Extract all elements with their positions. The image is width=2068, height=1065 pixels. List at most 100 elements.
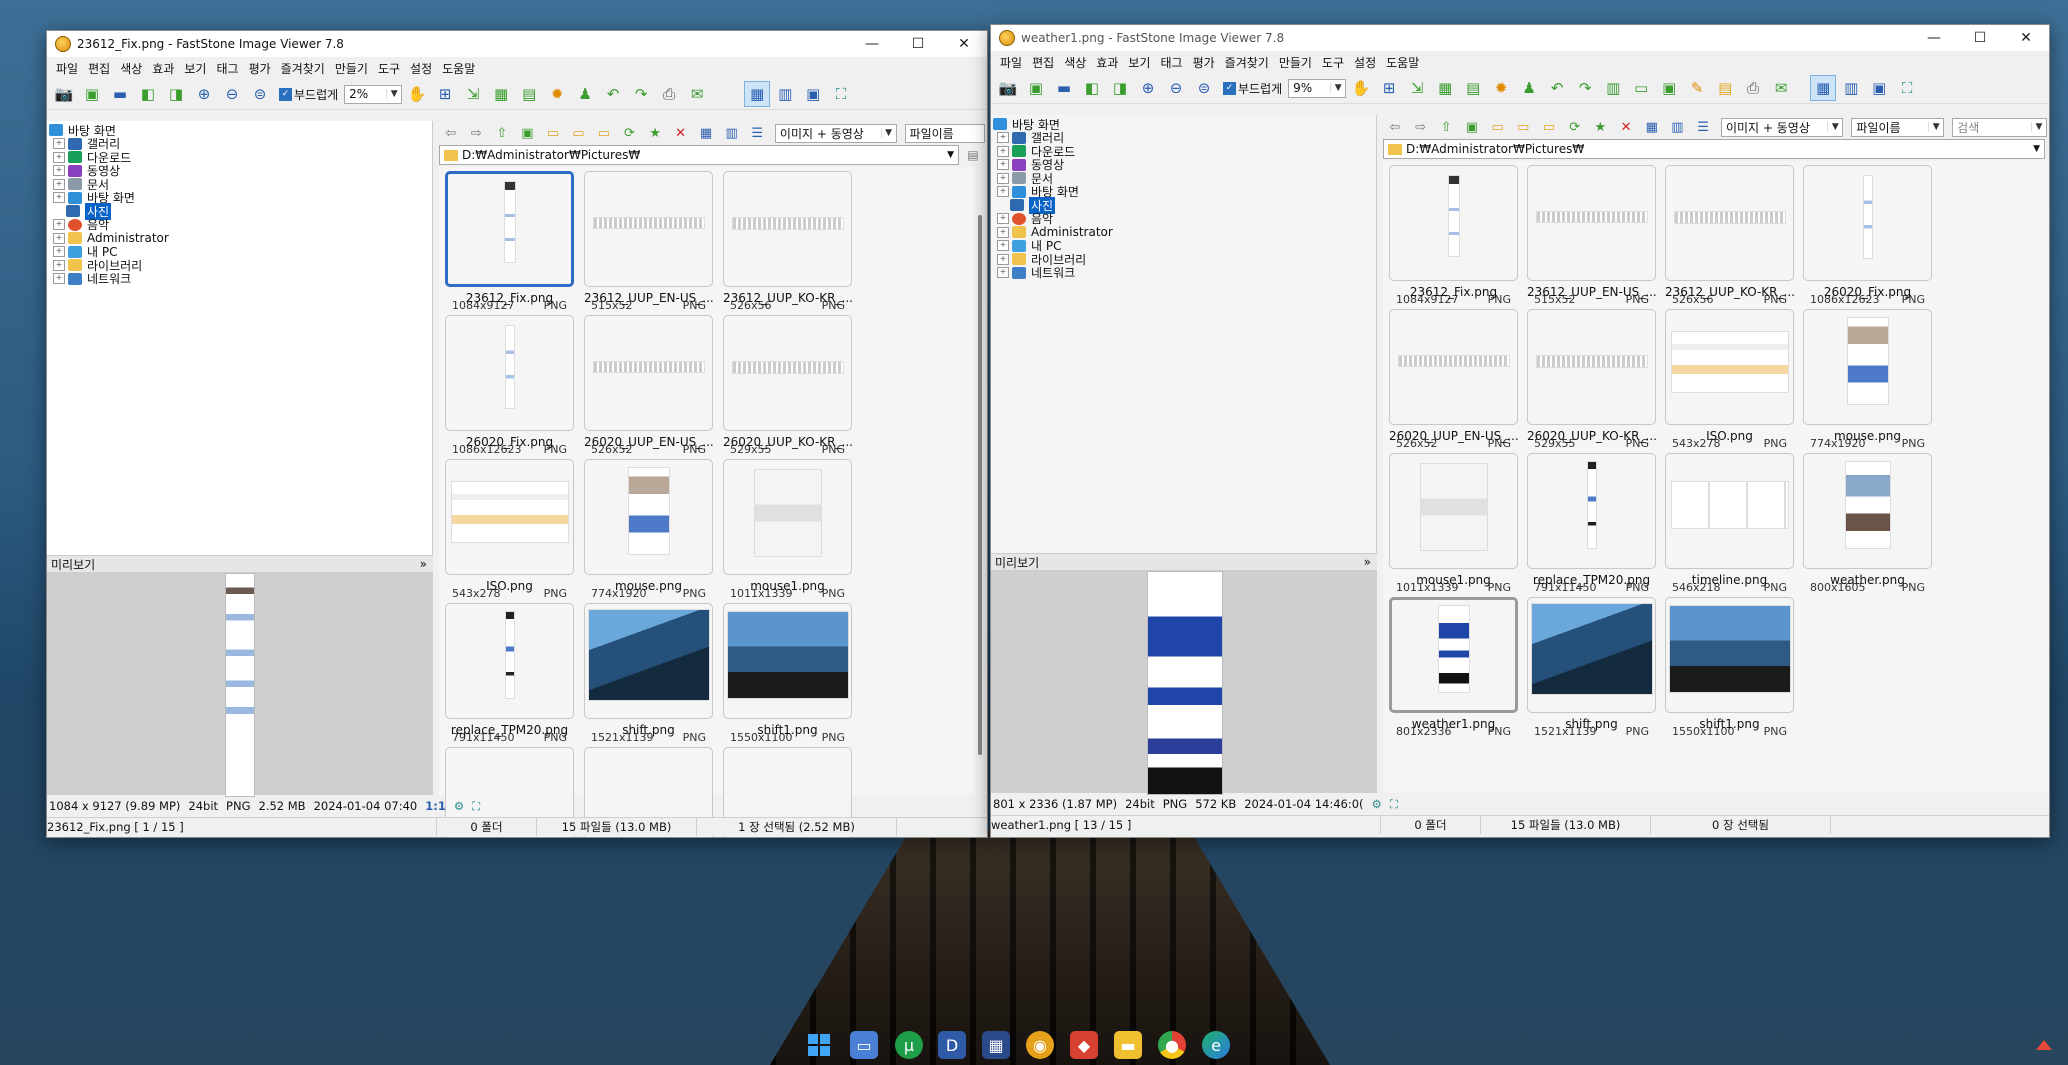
save-icon[interactable]: ▬ [107, 81, 133, 107]
fullscreen-icon[interactable]: ⛶ [1894, 75, 1920, 101]
folder-new-icon[interactable]: ▣ [1460, 116, 1484, 138]
collapse-icon[interactable]: » [420, 557, 433, 571]
menu-edit[interactable]: 편집 [83, 60, 115, 77]
expand-icon[interactable]: + [997, 240, 1009, 251]
delete-icon[interactable]: ✕ [1614, 116, 1638, 138]
path-bar[interactable]: D:₩Administrator₩Pictures₩ ▼ [1383, 139, 2045, 159]
open-folder-icon[interactable]: ▣ [79, 81, 105, 107]
hand-tool-icon[interactable]: ✋ [1348, 75, 1374, 101]
tree-item-pictures[interactable]: 사진 [66, 202, 432, 220]
histogram-icon[interactable]: ▥ [1600, 75, 1626, 101]
menu-effects[interactable]: 효과 [1091, 54, 1123, 71]
folder-up-icon[interactable]: ⇧ [1434, 116, 1458, 138]
grid-icon[interactable]: ▦ [694, 122, 718, 144]
favorite-icon[interactable]: ★ [1589, 116, 1613, 138]
folder-up-icon[interactable]: ⇧ [490, 122, 514, 144]
move-folder-icon[interactable]: ▭ [592, 122, 616, 144]
draw-icon[interactable]: ✎ [1684, 75, 1710, 101]
menu-tag[interactable]: 태그 [1155, 54, 1187, 71]
thumbnail-shift1[interactable]: 1550x1100 PNG shift1.png [723, 603, 852, 747]
detail-view-icon[interactable]: ▥ [1838, 75, 1864, 101]
thumbnail-26020-ko[interactable]: 529x55 PNG 26020_UUP_KO-KR_... [1527, 309, 1656, 453]
thumbnail-timeline[interactable]: 546x218 PNG timeline.png [1665, 453, 1794, 597]
menu-create[interactable]: 만들기 [330, 60, 373, 77]
thumbnail-shift[interactable]: 1521x1139 PNG shift.png [584, 603, 713, 747]
list-icon[interactable]: ☰ [1691, 116, 1715, 138]
thumbnail-replace-tpm20[interactable]: 791x11450 PNG replace_TPM20.png [445, 603, 574, 747]
person-icon[interactable]: ♟ [1516, 75, 1542, 101]
adjust-icon[interactable]: ▤ [516, 81, 542, 107]
menu-favorites[interactable]: 즐겨찾기 [1220, 54, 1274, 71]
menu-file[interactable]: 파일 [51, 60, 83, 77]
rotate-right-icon[interactable]: ↷ [628, 81, 654, 107]
menu-help[interactable]: 도움말 [437, 60, 480, 77]
save-icon[interactable]: ▬ [1051, 75, 1077, 101]
tree-item-music[interactable]: + 음악 [997, 212, 1376, 226]
next-file-icon[interactable]: ◨ [1107, 75, 1133, 101]
thumbnail-mouse[interactable]: 774x1920 PNG mouse.png [584, 459, 713, 603]
hand-tool-icon[interactable]: ✋ [404, 81, 430, 107]
app-d-icon[interactable]: D [938, 1031, 966, 1059]
menu-view[interactable]: 보기 [1123, 54, 1155, 71]
thumbnail-mouse1[interactable]: 1011x1339 PNG mouse1.png [723, 459, 852, 603]
sort-select[interactable]: 파일이름 ▼ [1851, 117, 1945, 137]
camera-icon[interactable]: 📷 [995, 75, 1021, 101]
calendar-icon[interactable]: ▦ [982, 1031, 1010, 1059]
prev-file-icon[interactable]: ◧ [135, 81, 161, 107]
menu-rating[interactable]: 평가 [244, 60, 276, 77]
folder-icon[interactable]: ▭ [1486, 116, 1510, 138]
settings-icon[interactable]: ⚙ [454, 799, 464, 813]
rotate-left-icon[interactable]: ↶ [600, 81, 626, 107]
refresh-icon[interactable]: ⟳ [1563, 116, 1587, 138]
smooth-checkbox[interactable]: ✓ 부드럽게 [1223, 80, 1282, 97]
thumbnail-23612-en[interactable]: 515x52 PNG 23612_UUP_EN-US_... [584, 171, 713, 315]
camera-icon[interactable]: 📷 [51, 81, 77, 107]
menu-tag[interactable]: 태그 [211, 60, 243, 77]
menu-color[interactable]: 색상 [1059, 54, 1091, 71]
ratio-label[interactable]: 1:1 [425, 799, 446, 813]
thumbnail-weather[interactable]: 800x1605 PNG weather.png [1803, 453, 1932, 597]
expand-icon[interactable]: + [997, 213, 1009, 224]
thumbnail-23612-ko[interactable]: 526x56 PNG 23612_UUP_KO-KR_... [723, 171, 852, 315]
thumbnail-23612-fix[interactable]: 1084x9127 PNG 23612_Fix.png [445, 171, 574, 315]
copy-folder-icon[interactable]: ▭ [567, 122, 591, 144]
title-bar[interactable]: weather1.png - FastStone Image Viewer 7.… [991, 25, 2049, 51]
expand-icon[interactable]: + [53, 138, 65, 149]
expand-icon[interactable]: + [997, 145, 1009, 157]
thumbnail-23612-fix[interactable]: 1084x9127 PNG 23612_Fix.png [1389, 165, 1518, 309]
print-icon[interactable]: ⎙ [1740, 75, 1766, 101]
menu-view[interactable]: 보기 [179, 60, 211, 77]
menu-settings[interactable]: 설정 [405, 60, 437, 77]
resize-icon[interactable]: ⇲ [1404, 75, 1430, 101]
actual-size-icon[interactable]: ⊜ [247, 81, 273, 107]
search-input[interactable]: 검색 ▼ [1952, 117, 2047, 137]
menu-file[interactable]: 파일 [995, 54, 1027, 71]
favorite-icon[interactable]: ★ [643, 122, 667, 144]
expand-icon[interactable]: + [53, 192, 65, 203]
minimize-button[interactable]: — [849, 31, 895, 57]
expand-icon[interactable]: + [997, 226, 1009, 238]
email-icon[interactable]: ✉ [1768, 75, 1794, 101]
thumbnail-26020-fix[interactable]: 1086x12623 PNG 26020_Fix.png [1803, 165, 1932, 309]
utorrent-icon[interactable]: µ [895, 1031, 923, 1059]
columns-icon[interactable]: ▥ [1666, 116, 1690, 138]
tree-item-music[interactable]: + 음악 [53, 218, 432, 232]
zoom-out-icon[interactable]: ⊖ [219, 81, 245, 107]
zoom-select[interactable]: 2% ▼ [344, 84, 403, 104]
preview-view-icon[interactable]: ▣ [800, 81, 826, 107]
tree-item-pictures[interactable]: 사진 [1010, 196, 1376, 214]
canvas-icon[interactable]: ▦ [488, 81, 514, 107]
menu-tools[interactable]: 도구 [1317, 54, 1349, 71]
windows-start-icon[interactable] [805, 1031, 833, 1059]
archive-icon[interactable]: ▤ [1712, 75, 1738, 101]
forward-icon[interactable]: ⇨ [465, 122, 489, 144]
thumbnail-iso[interactable]: 543x278 PNG ISO.png [445, 459, 574, 603]
close-button[interactable]: ✕ [941, 31, 987, 57]
expand-icon[interactable]: + [53, 232, 65, 244]
forward-icon[interactable]: ⇨ [1409, 116, 1433, 138]
list-icon[interactable]: ☰ [745, 122, 769, 144]
tree-item-videos[interactable]: + 동영상 [53, 164, 432, 178]
thumbnail-mouse1[interactable]: 1011x1339 PNG mouse1.png [1389, 453, 1518, 597]
sort-select[interactable]: 파일이름 [904, 123, 985, 143]
refresh-icon[interactable]: ⟳ [618, 122, 642, 144]
